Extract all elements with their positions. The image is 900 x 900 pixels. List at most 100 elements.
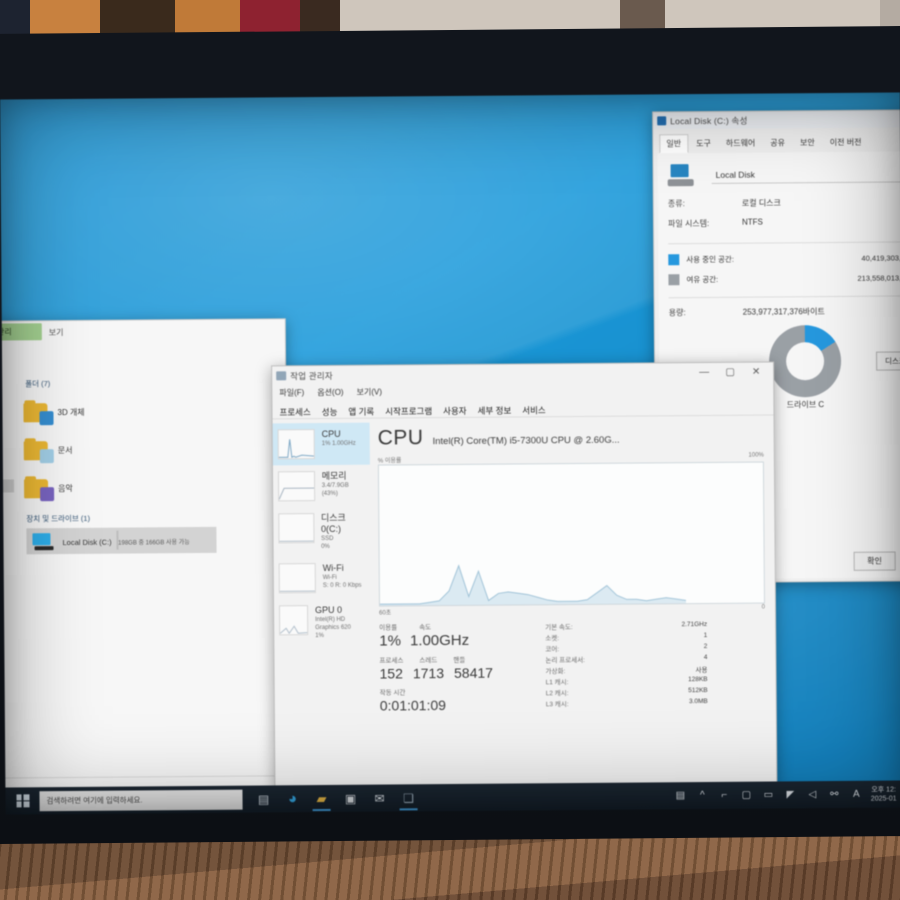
folder-icon	[23, 440, 54, 463]
sidebar-item-wifi[interactable]: Wi-Fi Wi-Fi S: 0 R: 0 Kbps	[274, 557, 371, 600]
folder-icon	[23, 402, 54, 425]
task-manager-icon[interactable]: ❏	[395, 786, 421, 810]
system-tray: ▤ ^ ⌐ ▢ ▭ ◤ ◁ ⚯ A 오후 12: 2025-01	[673, 785, 900, 805]
battery-icon[interactable]: ▭	[761, 787, 776, 802]
sidebar-item-text: Wi-Fi Wi-Fi S: 0 R: 0 Kbps	[323, 563, 362, 590]
sidebar-item-gpu[interactable]: GPU 0 Intel(R) HD Graphics 620 1%	[274, 599, 371, 647]
minimize-button[interactable]: —	[691, 364, 717, 381]
start-button[interactable]	[5, 787, 39, 814]
menu-file[interactable]: 파일(F)	[279, 387, 304, 398]
sidebar-item-disk[interactable]: 디스크 0(C:) SSD 0%	[273, 507, 370, 558]
sidebar-item-text: 메모리 3.4/7.9GB (43%)	[322, 471, 367, 498]
laptop-screen: 파일 홈 관리 보기 공유 드라이브 도구 내 PC 바탕 화면 문서 다운로드…	[0, 92, 900, 815]
legend-label: 사용 중인 공간:	[686, 254, 734, 265]
stat-key-handles: 핸들	[453, 656, 466, 664]
tab-sharing[interactable]: 공유	[763, 133, 792, 152]
taskbar-clock[interactable]: 오후 12: 2025-01	[871, 785, 900, 803]
windows-logo-icon	[15, 794, 30, 808]
keyboard-icon[interactable]: ⌐	[717, 788, 732, 803]
store-icon[interactable]: ▣	[337, 786, 363, 810]
stat-value-uptime: 0:01:01:09	[379, 697, 447, 714]
sidebar-disk-title: 디스크 0(C:)	[320, 512, 346, 535]
tab-previous-versions[interactable]: 이전 버전	[823, 133, 869, 152]
tab-app-history[interactable]: 앱 기록	[348, 406, 374, 418]
spec-label: L2 캐시:	[545, 689, 569, 697]
tab-general[interactable]: 일반	[659, 134, 689, 154]
spec-value: 2	[703, 642, 708, 651]
task-view-icon[interactable]: ▤	[250, 787, 276, 811]
sidebar-item-cpu[interactable]: CPU 1% 1.00GHz	[272, 422, 370, 466]
task-manager-window[interactable]: 작업 관리자 — ▢ ✕ 파일(F) 옵션(O) 보기(V) 프로세스 성능 앱…	[271, 361, 778, 788]
cpu-model-label: Intel(R) Core(TM) i5-7300U CPU @ 2.60G..…	[432, 434, 620, 448]
folder-label: 음악	[58, 483, 73, 493]
cpu-stats-right: 기본 속도: 2.71GHz 소켓: 1 코어: 2 논리 프로세서: 4 가상화: 사용…	[531, 619, 766, 714]
nav-item-downloads[interactable]: 다운로드	[0, 402, 13, 416]
ribbon-tab-view[interactable]: 보기	[42, 325, 71, 340]
devices-group-header: 장치 및 드라이브 (1)	[26, 513, 91, 524]
taskbar-search-box[interactable]: 검색하려면 여기에 입력하세요.	[39, 789, 243, 811]
folders-group-header: 폴더 (7)	[25, 379, 51, 389]
tab-performance[interactable]: 성능	[322, 406, 338, 418]
task-manager-icon	[276, 371, 287, 381]
drive-item-local-disk-c[interactable]: Local Disk (C:) 198GB 중 166GB 사용 가능	[26, 526, 217, 555]
volume-name-field[interactable]: Local Disk	[711, 166, 900, 184]
menu-options[interactable]: 옵션(O)	[317, 387, 343, 398]
graph-xleft: 60초	[379, 610, 392, 617]
ribbon-tab-manage[interactable]: 관리	[0, 323, 42, 341]
spec-label: 코어:	[545, 645, 560, 653]
volume-icon[interactable]: ◁	[805, 787, 820, 802]
sidebar-memory-sub: 3.4/7.9GB (43%)	[321, 482, 349, 498]
ok-button[interactable]: 확인	[853, 551, 897, 571]
sidebar-item-memory[interactable]: 메모리 3.4/7.9GB (43%)	[273, 465, 370, 508]
nav-item-pictures[interactable]: 사진	[0, 415, 14, 429]
wifi-icon[interactable]: ◤	[783, 787, 798, 802]
folder-icon	[23, 478, 55, 501]
used-space-swatch	[668, 254, 680, 266]
clock-date: 2025-01	[870, 795, 897, 803]
tab-startup[interactable]: 시작프로그램	[385, 405, 432, 417]
cpu-header: CPU Intel(R) Core(TM) i5-7300U CPU @ 2.6…	[378, 424, 764, 451]
close-button[interactable]: ✕	[743, 364, 769, 381]
properties-tabs: 일반 도구 하드웨어 공유 보안 이전 버전	[653, 127, 900, 154]
folder-item[interactable]: 3D 개체	[23, 391, 285, 431]
row-value: 로컬 디스크	[741, 198, 781, 208]
disk-cleanup-button[interactable]: 디스크 정리(D)	[876, 351, 900, 371]
tab-tools[interactable]: 도구	[689, 134, 718, 153]
nav-item-desktop[interactable]: 바탕 화면	[0, 376, 13, 390]
file-explorer-icon[interactable]: ▰	[308, 786, 334, 810]
nav-item-network[interactable]: 네트워크	[0, 479, 15, 494]
folder-item[interactable]: 문서	[23, 429, 286, 469]
tray-notebook-icon[interactable]: ▤	[673, 788, 688, 803]
tab-security[interactable]: 보안	[793, 133, 822, 152]
mail-icon[interactable]: ✉	[366, 786, 392, 810]
ime-icon[interactable]: A	[849, 787, 864, 802]
tab-services[interactable]: 서비스	[522, 404, 546, 416]
clock-time: 오후 12:	[871, 786, 896, 794]
free-space-swatch	[668, 274, 680, 286]
file-explorer-window[interactable]: 파일 홈 관리 보기 공유 드라이브 도구 내 PC 바탕 화면 문서 다운로드…	[0, 318, 299, 796]
taskbar-app-icons: ▤ ◕ ▰ ▣ ✉ ❏	[250, 786, 421, 811]
sidebar-wifi-title: Wi-Fi	[322, 562, 344, 574]
tab-hardware[interactable]: 하드웨어	[719, 134, 763, 153]
nav-item-documents[interactable]: 문서	[0, 389, 13, 403]
cpu-utilization-graph	[377, 461, 765, 607]
properties-title-bar: Local Disk (C:) 속성	[653, 110, 900, 130]
tray-expand-icon[interactable]: ^	[695, 788, 710, 803]
sidebar-gpu-sub1: Intel(R) HD Graphics 620	[315, 616, 351, 632]
tab-processes[interactable]: 프로세스	[279, 406, 310, 418]
security-icon[interactable]: ▢	[739, 788, 754, 803]
tab-users[interactable]: 사용자	[443, 405, 467, 417]
menu-view[interactable]: 보기(V)	[356, 387, 382, 398]
stat-value-processes: 152	[379, 665, 403, 682]
network-icon[interactable]: ⚯	[827, 787, 842, 802]
graph-xright: 0	[761, 604, 766, 611]
nav-item-this-pc[interactable]: 내 PC	[0, 438, 14, 452]
spec-label: 소켓:	[545, 634, 560, 642]
legend-label: 여유 공간:	[686, 274, 719, 285]
sidebar-cpu-sub: 1% 1.00GHz	[321, 440, 356, 448]
edge-icon[interactable]: ◕	[279, 787, 305, 811]
drive-properties-icon	[657, 116, 667, 126]
folder-item[interactable]: 음악	[23, 467, 286, 507]
maximize-button[interactable]: ▢	[717, 364, 743, 381]
tab-details[interactable]: 세부 정보	[478, 405, 512, 417]
